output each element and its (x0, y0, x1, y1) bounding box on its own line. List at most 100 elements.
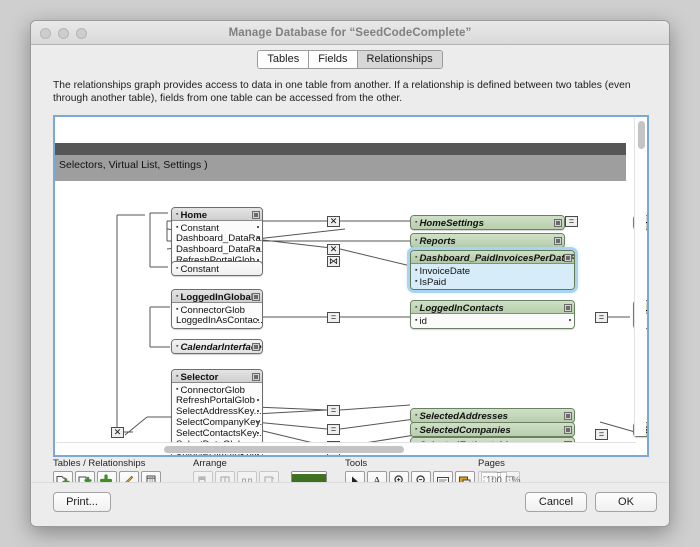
field-row[interactable]: RefreshPortalGlob (172, 395, 262, 406)
relationship-operator[interactable]: ✕ (327, 216, 340, 227)
window-titlebar: Manage Database for “SeedCodeComplete” (31, 21, 669, 45)
table-header[interactable]: ▪ LoggedInContacts (411, 301, 574, 314)
table-header[interactable]: ▪ LoggedInGlobals (172, 290, 262, 303)
toolbar-group-label: Tables / Relationships (53, 458, 146, 469)
table-box-home[interactable]: ▪ Home ▪ Constant Dashboard_DataRa... Dash… (171, 207, 263, 269)
table-bullet-icon: ▪ (415, 304, 418, 311)
cancel-button[interactable]: Cancel (525, 492, 587, 512)
table-box-selectedcompanies[interactable]: ▪ SelectedCompanies (410, 422, 575, 437)
table-box-reports[interactable]: ▪ Reports (410, 233, 565, 248)
graph-horizontal-scroll-thumb[interactable] (164, 445, 404, 453)
dialog-footer: Print... Cancel OK (31, 482, 669, 526)
table-header[interactable]: ▪Dashboard_PaidInvoicesPerDateRange (411, 251, 574, 264)
field-row[interactable]: ▪ ConnectorGlob (172, 304, 262, 316)
table-name: HomeSettings (419, 218, 484, 229)
relationship-operator[interactable]: = (327, 312, 340, 323)
table-bullet-icon: ▪ (415, 237, 418, 244)
field-name: SelectCompanyKey... (176, 417, 263, 428)
table-name: Reports (419, 236, 456, 247)
graph-vertical-scroll-thumb[interactable] (637, 121, 645, 149)
relationship-operator[interactable]: ⋈ (327, 256, 340, 267)
relationship-operator[interactable]: ✕ (327, 244, 340, 255)
table-collapse-icon[interactable] (252, 372, 260, 381)
field-bullet-icon: ▪ (415, 317, 418, 324)
manage-database-window: Manage Database for “SeedCodeComplete” T… (30, 20, 670, 527)
table-header[interactable]: ▪ SelectedAddresses (411, 409, 574, 422)
field-row[interactable]: SelectContactsKey... (172, 428, 262, 439)
relationship-operator[interactable]: ✕ (111, 427, 124, 438)
table-header[interactable]: ▪ Home (172, 208, 262, 221)
close-button[interactable] (40, 28, 51, 39)
table-header[interactable]: ▪ Reports (411, 234, 564, 247)
field-row[interactable]: SelectCompanyKey... (172, 417, 262, 428)
zoom-button[interactable] (76, 28, 87, 39)
table-collapse-icon[interactable] (252, 292, 260, 301)
table-header[interactable]: ▪ HomeSettings (411, 216, 564, 229)
description-text: The relationships graph provides access … (53, 80, 631, 104)
field-name: SelectContactsKey... (176, 428, 263, 439)
table-collapse-icon[interactable] (252, 342, 260, 351)
field-row[interactable]: LoggedInAsContac... (172, 315, 262, 326)
toolbar-group-label: Arrange (193, 458, 227, 469)
minimize-button[interactable] (58, 28, 69, 39)
relationship-operator[interactable]: = (595, 429, 608, 440)
graph-horizontal-scrollbar[interactable] (56, 442, 636, 454)
relationship-operator[interactable]: = (327, 405, 340, 416)
table-box-loggedincontacts[interactable]: ▪ LoggedInContacts ▪ id (410, 300, 575, 329)
ok-button[interactable]: OK (595, 492, 657, 512)
table-box-dashboard-paidinvoicesperdaterange[interactable]: ▪Dashboard_PaidInvoicesPerDateRange ▪Inv… (407, 247, 578, 293)
field-row[interactable]: Dashboard_DataRa... (172, 244, 262, 255)
field-port (257, 237, 259, 239)
table-box-constant[interactable]: ▪ Constant (171, 261, 263, 276)
field-bullet-icon: ▪ (415, 267, 418, 274)
table-collapse-icon[interactable] (564, 303, 572, 312)
graph-canvas[interactable]: Selectors, Virtual List, Settings ) ✕ ✕ … (55, 117, 647, 455)
relationship-operator[interactable]: = (595, 312, 608, 323)
field-row[interactable]: Dashboard_DataRa... (172, 233, 262, 244)
field-row[interactable]: ▪ id (411, 315, 574, 327)
field-row[interactable]: ▪ ConnectorGlob (172, 384, 262, 396)
table-box-loggedinglobals[interactable]: ▪ LoggedInGlobals ▪ ConnectorGlob LoggedIn… (171, 289, 263, 329)
table-collapse-icon[interactable] (252, 210, 260, 219)
field-bullet-icon: ▪ (176, 386, 179, 393)
table-collapse-icon[interactable] (564, 425, 572, 434)
field-port (257, 226, 259, 228)
table-collapse-icon[interactable] (564, 253, 572, 262)
field-port (257, 399, 259, 401)
graph-vertical-scrollbar[interactable] (634, 118, 646, 436)
field-name: RefreshPortalGlob (176, 395, 255, 406)
table-header[interactable]: ▪ Constant (172, 262, 262, 275)
table-collapse-icon[interactable] (554, 218, 562, 227)
print-button[interactable]: Print... (53, 492, 111, 512)
field-name: LoggedInAsContac... (176, 315, 263, 326)
graph-dark-band (55, 143, 626, 155)
table-name: SelectedAddresses (419, 411, 509, 422)
field-name: Dashboard_DataRa... (176, 233, 263, 244)
table-collapse-icon[interactable] (564, 411, 572, 420)
table-box-homesettings[interactable]: ▪ HomeSettings (410, 215, 565, 230)
field-row[interactable]: ▪ Constant (172, 222, 262, 234)
tab-relationships[interactable]: Relationships (357, 50, 442, 68)
field-row[interactable]: ▪ IsPaid (411, 276, 574, 288)
field-bullet-icon: ▪ (176, 306, 179, 313)
table-name: Selector (180, 372, 219, 383)
table-name: LoggedInGlobals (180, 292, 259, 303)
table-collapse-icon[interactable] (554, 236, 562, 245)
table-bullet-icon: ▪ (176, 373, 179, 380)
table-box-selectedaddresses[interactable]: ▪ SelectedAddresses (410, 408, 575, 423)
toolbar-group-label: Pages (478, 458, 505, 469)
table-box-calendarinterface[interactable]: ▪ CalendarInterface (171, 339, 263, 354)
tab-fields[interactable]: Fields (309, 50, 358, 68)
relationship-operator[interactable]: = (327, 424, 340, 435)
table-bullet-icon: ▪ (415, 426, 418, 433)
field-row[interactable]: ▪ InvoiceDate (411, 265, 574, 277)
table-name: LoggedInContacts (419, 303, 504, 314)
field-row[interactable]: SelectAddressKey... (172, 406, 262, 417)
tab-tables[interactable]: Tables (258, 50, 310, 68)
relationships-graph[interactable]: Selectors, Virtual List, Settings ) ✕ ✕ … (53, 115, 649, 457)
table-header[interactable]: ▪ CalendarInterface (172, 340, 262, 353)
table-header[interactable]: ▪ SelectedCompanies (411, 423, 574, 436)
field-port (257, 248, 259, 250)
relationship-operator[interactable]: = (565, 216, 578, 227)
table-header[interactable]: ▪ Selector (172, 370, 262, 383)
